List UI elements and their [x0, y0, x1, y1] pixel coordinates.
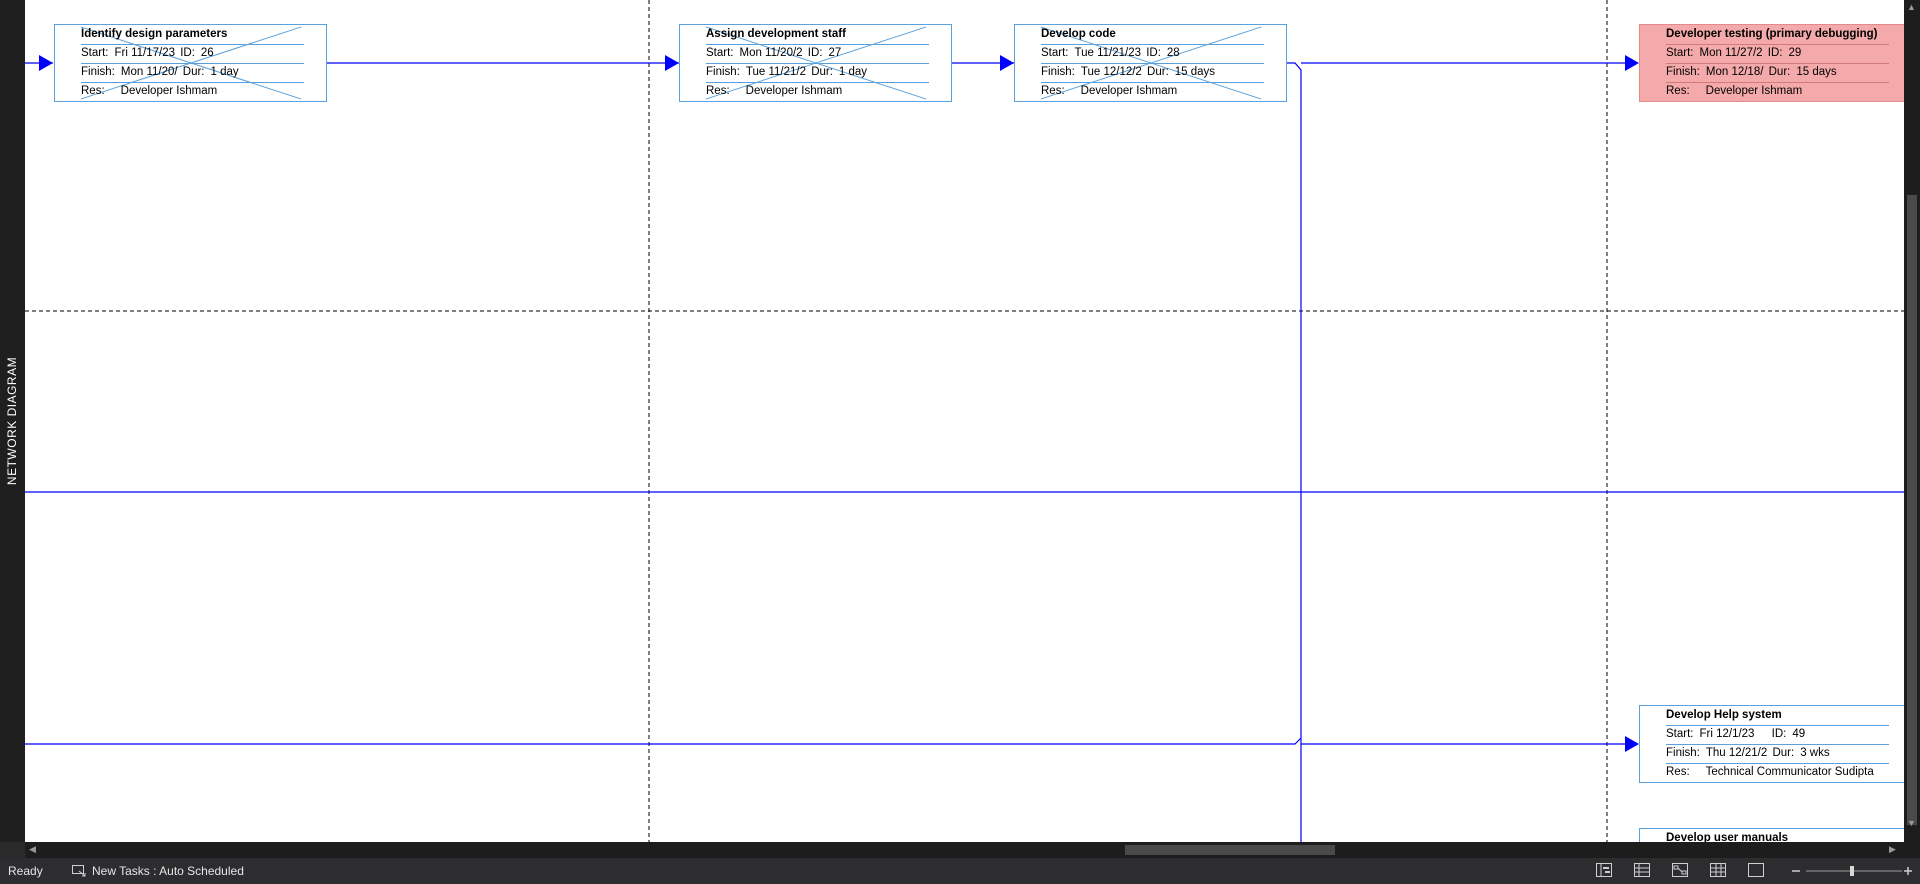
side-view-label: NETWORK DIAGRAM — [0, 0, 25, 842]
task-node-27[interactable]: Assign development staff Start: Mon 11/20… — [679, 24, 952, 102]
task-name: Assign development staff — [706, 25, 929, 45]
zoom-slider[interactable] — [1790, 864, 1914, 878]
task-usage-view-icon[interactable] — [1634, 863, 1650, 877]
task-finish-row: Finish: Mon 12/18/ Dur: 15 days — [1666, 63, 1889, 83]
task-node-49[interactable]: Develop Help system Start: Fri 12/1/23 ID… — [1639, 705, 1904, 783]
horizontal-scrollbar[interactable]: ◀ ▶ — [25, 842, 1904, 858]
resource-sheet-view-icon[interactable] — [1710, 863, 1726, 877]
task-name: Develop Help system — [1666, 706, 1889, 726]
task-resource-row: Res: Developer Ishmam — [1041, 85, 1178, 97]
arrowhead-49 — [1625, 736, 1639, 752]
new-tasks-mode-label: New Tasks : Auto Scheduled — [92, 864, 244, 878]
arrowhead-29 — [1625, 55, 1639, 71]
task-resource-row: Res: Technical Communicator Sudipta — [1666, 766, 1874, 778]
vertical-scroll-thumb[interactable] — [1907, 195, 1917, 825]
diagram-lines — [25, 0, 1904, 842]
scroll-left-icon[interactable]: ◀ — [29, 844, 36, 855]
task-resource-row: Res: Developer Ishmam — [706, 85, 843, 97]
task-resource-row: Res: Developer Ishmam — [81, 85, 218, 97]
arrowhead-27 — [665, 55, 679, 71]
task-node-26[interactable]: Identify design parameters Start: Fri 11/… — [54, 24, 327, 102]
task-node-29[interactable]: Developer testing (primary debugging) St… — [1639, 24, 1904, 102]
task-start-row: Start: Mon 11/20/2 ID: 27 — [706, 44, 929, 64]
status-bar: Ready New Tasks : Auto Scheduled — [0, 858, 1920, 884]
scrollbar-corner — [1904, 842, 1920, 858]
arrowhead-28 — [1000, 55, 1014, 71]
scroll-right-icon[interactable]: ▶ — [1889, 844, 1896, 855]
task-finish-row: Finish: Tue 11/21/2 Dur: 1 day — [706, 63, 929, 83]
task-name: Develop code — [1041, 25, 1264, 45]
arrowhead-26 — [39, 55, 53, 71]
vertical-scrollbar[interactable]: ▲ ▼ — [1904, 0, 1920, 842]
task-start-row: Start: Fri 12/1/23 ID: 49 — [1666, 725, 1889, 745]
report-view-icon[interactable] — [1748, 863, 1764, 877]
task-name: Identify design parameters — [81, 25, 304, 45]
link-28-down — [1287, 62, 1302, 842]
network-diagram-canvas[interactable]: Identify design parameters Start: Fri 11/… — [25, 0, 1904, 842]
task-resource-row: Res: Developer Ishmam — [1666, 85, 1803, 97]
new-tasks-mode-button[interactable]: New Tasks : Auto Scheduled — [72, 864, 244, 878]
task-finish-row: Finish: Mon 11/20/ Dur: 1 day — [81, 63, 304, 83]
status-ready: Ready — [8, 864, 43, 878]
task-node-28[interactable]: Develop code Start: Tue 11/21/23 ID: 28 Fi… — [1014, 24, 1287, 102]
task-finish-row: Finish: Thu 12/21/2 Dur: 3 wks — [1666, 744, 1889, 764]
task-start-row: Start: Tue 11/21/23 ID: 28 — [1041, 44, 1264, 64]
scroll-up-icon[interactable]: ▲ — [1907, 2, 1916, 12]
task-start-row: Start: Mon 11/27/2 ID: 29 — [1666, 44, 1889, 64]
task-mode-icon — [72, 865, 86, 877]
link-into-task-49-left — [25, 737, 1302, 745]
scroll-down-icon[interactable]: ▼ — [1907, 818, 1916, 828]
task-node-develop-user-manuals[interactable]: Develop user manuals — [1639, 828, 1904, 842]
network-diagram-view-icon[interactable] — [1672, 863, 1688, 877]
task-start-row: Start: Fri 11/17/23 ID: 26 — [81, 44, 304, 64]
view-name-label: NETWORK DIAGRAM — [5, 356, 20, 486]
task-finish-row: Finish: Tue 12/12/2 Dur: 15 days — [1041, 63, 1264, 83]
view-shortcuts — [1596, 863, 1764, 877]
task-name: Developer testing (primary debugging) — [1666, 25, 1889, 45]
horizontal-scroll-thumb[interactable] — [1125, 845, 1335, 855]
gantt-view-icon[interactable] — [1596, 863, 1612, 877]
task-name: Develop user manuals — [1666, 832, 1789, 842]
zoom-slider-thumb — [1850, 866, 1854, 876]
